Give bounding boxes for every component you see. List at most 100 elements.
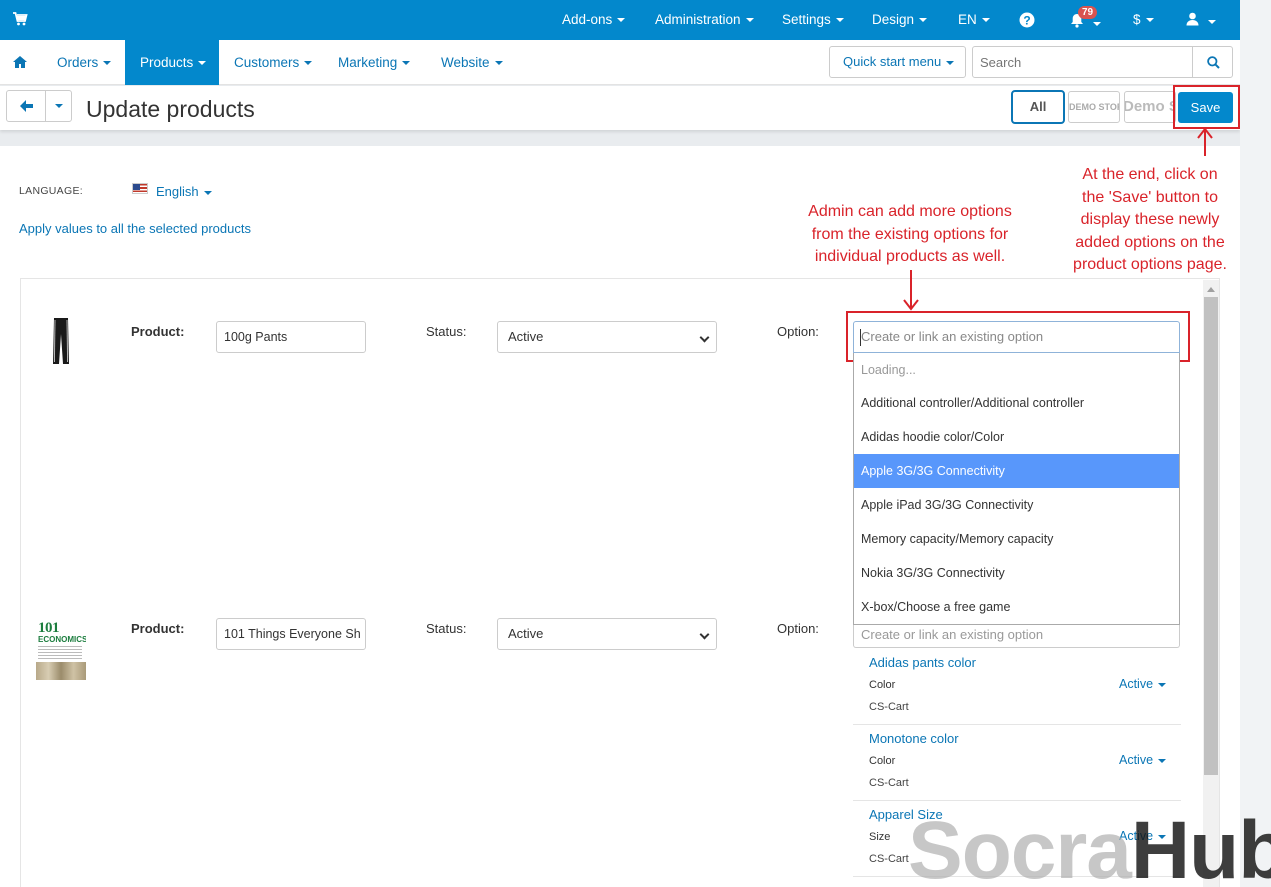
save-button[interactable]: Save [1178, 92, 1233, 123]
storefront-all-button[interactable]: All [1011, 90, 1065, 124]
product-name-input[interactable]: 100g Pants [216, 321, 366, 353]
annotation-line: product options page. [1073, 256, 1227, 273]
annotation-line: display these newly [1080, 211, 1220, 228]
user-icon [1186, 12, 1199, 26]
quick-start-menu-button[interactable]: Quick start menu [829, 46, 966, 78]
annotation-line: At the end, click on [1082, 166, 1218, 183]
chevron-down-icon [981, 18, 990, 23]
quick-start-label: Quick start menu [843, 54, 942, 69]
search-button[interactable] [1192, 46, 1233, 78]
chevron-down-icon [103, 61, 112, 66]
annotation-line: Admin can add more options [808, 203, 1012, 220]
status-value: Active [508, 329, 544, 344]
linked-option-card: Adidas pants color Color CS-Cart Active [853, 649, 1181, 725]
dropdown-item[interactable]: Additional controller/Additional control… [854, 386, 1179, 420]
option-vendor: CS-Cart [869, 701, 909, 713]
dropdown-item[interactable]: Memory capacity/Memory capacity [854, 522, 1179, 556]
nav-website[interactable]: Website [441, 40, 503, 85]
topnav-language[interactable]: EN [958, 12, 990, 27]
language-value: English [156, 184, 199, 199]
topnav-administration[interactable]: Administration [655, 12, 754, 27]
status-select[interactable]: Active [497, 321, 717, 353]
main-nav: Orders Products Customers Marketing Webs… [0, 40, 1240, 85]
back-button[interactable] [6, 90, 46, 122]
chevron-down-icon [203, 190, 212, 195]
linked-option-card: Monotone color Color CS-Cart Active [853, 725, 1181, 801]
status-value: Active [508, 626, 544, 641]
option-label: Option: [777, 621, 819, 636]
book-cover-art [36, 662, 86, 680]
option-search-input[interactable]: Create or link an existing option [853, 321, 1180, 353]
socrahub-watermark: SocraHub [908, 806, 1271, 887]
home-icon[interactable] [13, 56, 27, 68]
product-image-pants [53, 318, 69, 364]
help-icon[interactable]: ? [1019, 12, 1035, 28]
svg-text:?: ? [1023, 14, 1030, 28]
chevron-down-icon [1158, 682, 1167, 687]
annotation-line: added options on the [1075, 233, 1225, 251]
annotation-arrow-up-icon [1197, 127, 1213, 156]
watermark-part2: Hub [1130, 805, 1271, 887]
option-vendor: CS-Cart [869, 853, 909, 865]
topnav-settings[interactable]: Settings [782, 12, 844, 27]
topnav-currency[interactable]: $ [1133, 12, 1154, 27]
watermark-part1: Socra [908, 805, 1132, 887]
storefront-demo-store-button[interactable]: DEMO STORE [1068, 91, 1120, 123]
annotation-arrow-down-icon [903, 270, 919, 311]
chevron-down-icon [617, 18, 626, 23]
language-selector[interactable]: English [156, 184, 212, 199]
right-gutter [1240, 0, 1271, 887]
scrollbar[interactable] [1203, 280, 1219, 887]
chevron-down-icon [1207, 20, 1216, 25]
topnav-user[interactable] [1186, 12, 1216, 29]
language-label: LANGUAGE: [19, 185, 83, 197]
chevron-down-icon [1145, 18, 1154, 23]
nav-customers[interactable]: Customers [234, 40, 313, 85]
topnav-design[interactable]: Design [872, 12, 928, 27]
nav-products[interactable]: Products [125, 40, 219, 85]
product-label: Product: [131, 621, 185, 636]
search-input[interactable] [972, 46, 1193, 78]
nav-orders[interactable]: Orders [57, 40, 112, 85]
dropdown-item[interactable]: Adidas hoodie color/Color [854, 420, 1179, 454]
chevron-down-icon [55, 104, 63, 108]
topnav-addons[interactable]: Add-ons [562, 12, 626, 27]
annotation-line: individual products as well. [814, 248, 1006, 265]
annotation-line: the 'Save' button to [1082, 188, 1218, 206]
option-label: Option: [777, 324, 819, 339]
dropdown-item-highlighted[interactable]: Apple 3G/3G Connectivity [854, 454, 1179, 488]
dropdown-item[interactable]: X-box/Choose a free game [854, 590, 1179, 624]
dropdown-item[interactable]: Apple iPad 3G/3G Connectivity [854, 488, 1179, 522]
nav-customers-label: Customers [234, 55, 300, 70]
topnav-administration-label: Administration [655, 12, 741, 27]
notifications[interactable]: 79 [1070, 6, 1101, 31]
us-flag-icon [132, 183, 148, 194]
product-name-input[interactable]: 101 Things Everyone Sh [216, 618, 366, 650]
search-icon [1207, 56, 1220, 69]
chevron-down-icon [402, 61, 411, 66]
text-cursor [860, 329, 861, 346]
nav-website-label: Website [441, 55, 490, 70]
chevron-down-icon [699, 629, 710, 640]
option-search-input[interactable]: Create or link an existing option [853, 625, 1180, 648]
topnav-addons-label: Add-ons [562, 12, 613, 27]
option-status-dropdown[interactable]: Active [1119, 677, 1167, 691]
option-name-link[interactable]: Monotone color [869, 731, 959, 746]
annotation-options-note: Admin can add more options from the exis… [790, 201, 1030, 269]
storefront-demo-store-2-button[interactable]: Demo Store [1124, 91, 1176, 123]
option-name-link[interactable]: Adidas pants color [869, 655, 976, 670]
status-label: Status: [426, 324, 467, 339]
top-bar: Add-ons Administration Settings Design E… [0, 0, 1240, 40]
chevron-down-icon [198, 61, 207, 66]
nav-marketing[interactable]: Marketing [338, 40, 411, 85]
status-select[interactable]: Active [497, 618, 717, 650]
scroll-up-icon[interactable] [1207, 287, 1215, 292]
scrollbar-thumb[interactable] [1204, 297, 1218, 775]
dropdown-item[interactable]: Nokia 3G/3G Connectivity [854, 556, 1179, 590]
chevron-down-icon [699, 332, 710, 343]
back-dropdown-button[interactable] [45, 90, 72, 122]
apply-values-link[interactable]: Apply values to all the selected product… [19, 221, 251, 236]
topnav-language-label: EN [958, 12, 977, 27]
option-type: Color [869, 755, 896, 767]
option-status-dropdown[interactable]: Active [1119, 753, 1167, 767]
